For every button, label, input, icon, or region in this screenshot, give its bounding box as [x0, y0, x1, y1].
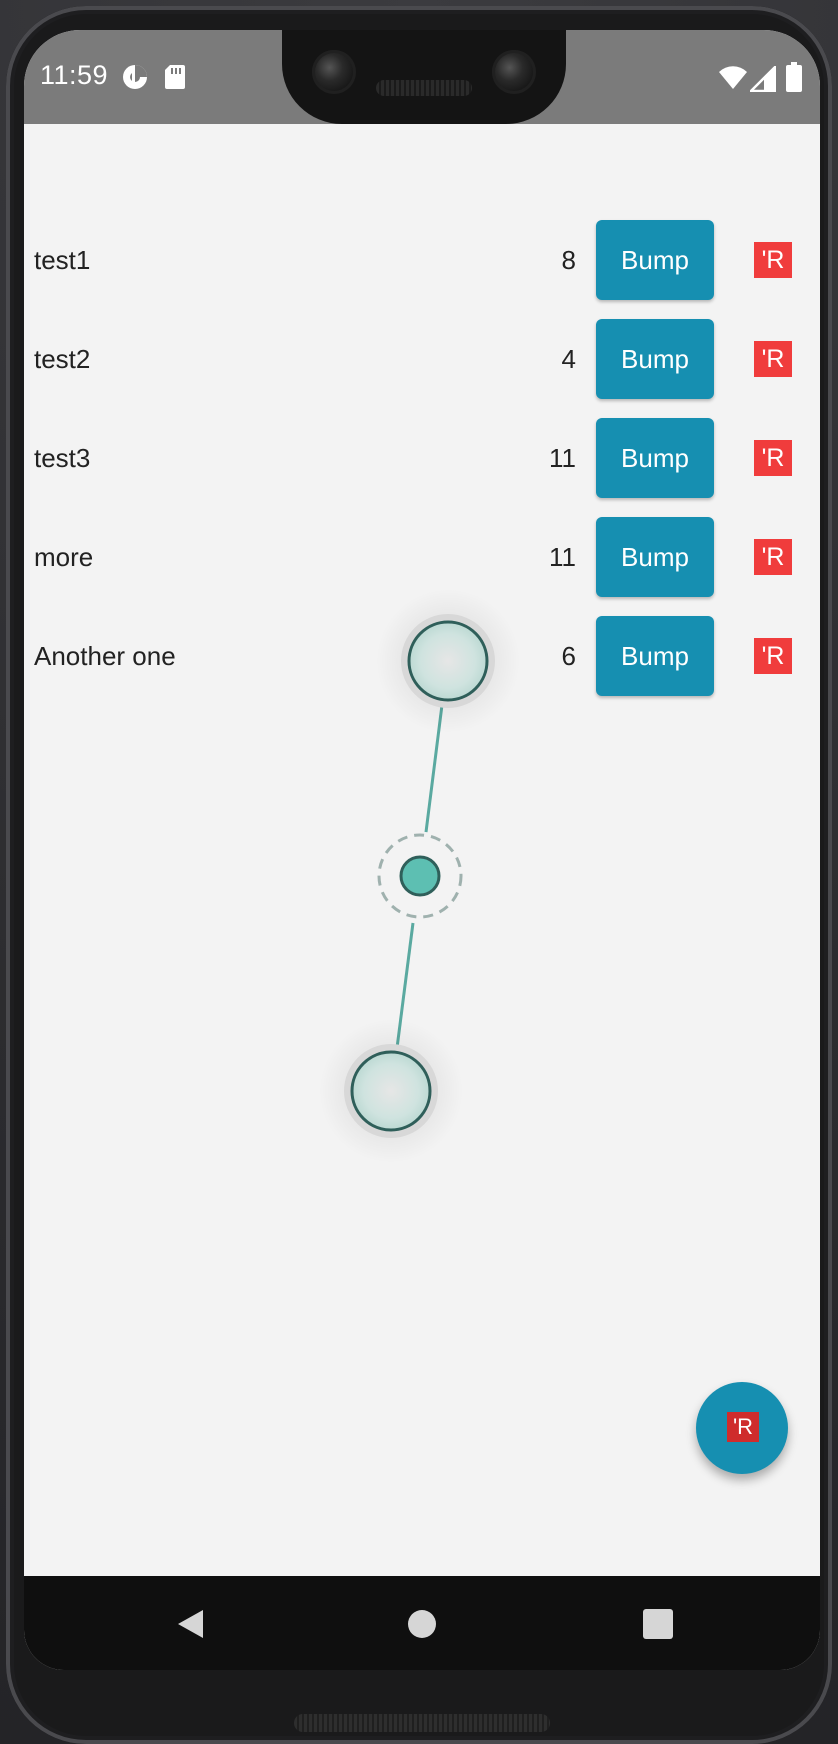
item-name: Another one [34, 641, 176, 671]
item-name: test3 [34, 443, 91, 473]
pinch-center-point [377, 833, 463, 919]
floating-action-button[interactable]: 'R [696, 1382, 788, 1474]
remove-button[interactable]: 'R [754, 440, 792, 476]
bump-button[interactable]: Bump [596, 616, 714, 696]
bump-button[interactable]: Bump [596, 220, 714, 300]
status-clock: 11:59 [40, 60, 109, 90]
item-count: 8 [561, 245, 576, 275]
item-name: test2 [34, 344, 91, 374]
list-item: test3 11 Bump 'R [24, 418, 820, 498]
list-item: more 11 Bump 'R [24, 517, 820, 597]
remove-button[interactable]: 'R [754, 341, 792, 377]
status-bar: 11:59 [24, 30, 820, 124]
item-count: 11 [549, 443, 576, 473]
system-nav-bar [24, 1576, 820, 1670]
display-notch [282, 30, 566, 124]
data-saver-icon [122, 64, 148, 94]
list-item: test2 4 Bump 'R [24, 319, 820, 399]
item-count: 11 [549, 542, 576, 572]
list-item: test1 8 Bump 'R [24, 220, 820, 300]
front-camera-icon [492, 50, 536, 94]
bump-button[interactable]: Bump [596, 319, 714, 399]
sd-card-icon [164, 64, 186, 94]
bottom-speaker-grille [294, 1714, 550, 1732]
pinch-connector-line [395, 704, 444, 1049]
item-count: 4 [561, 344, 576, 374]
front-camera-icon [312, 50, 356, 94]
item-name: more [34, 542, 94, 572]
wifi-icon [718, 66, 748, 94]
item-count: 6 [561, 641, 576, 671]
touch-point-bottom [319, 1019, 463, 1163]
home-icon[interactable] [398, 1600, 446, 1648]
bump-button[interactable]: Bump [596, 418, 714, 498]
phone-screen: 11:59 test1 8 Bump 'R test2 4 Bump 'R te… [24, 30, 820, 1670]
remove-button[interactable]: 'R [754, 539, 792, 575]
device-frame: 11:59 test1 8 Bump 'R test2 4 Bump 'R te… [0, 0, 838, 1744]
app-content: test1 8 Bump 'R test2 4 Bump 'R test3 11… [24, 124, 820, 1576]
item-name: test1 [34, 245, 91, 275]
cellular-signal-icon [748, 64, 777, 96]
battery-icon [786, 62, 802, 96]
earpiece-speaker [376, 80, 472, 96]
bump-button[interactable]: Bump [596, 517, 714, 597]
remove-button[interactable]: 'R [754, 242, 792, 278]
back-icon[interactable] [166, 1600, 214, 1648]
recents-icon[interactable] [634, 1600, 682, 1648]
list-item: Another one 6 Bump 'R [24, 616, 820, 696]
fab-label: 'R [727, 1412, 759, 1442]
remove-button[interactable]: 'R [754, 638, 792, 674]
